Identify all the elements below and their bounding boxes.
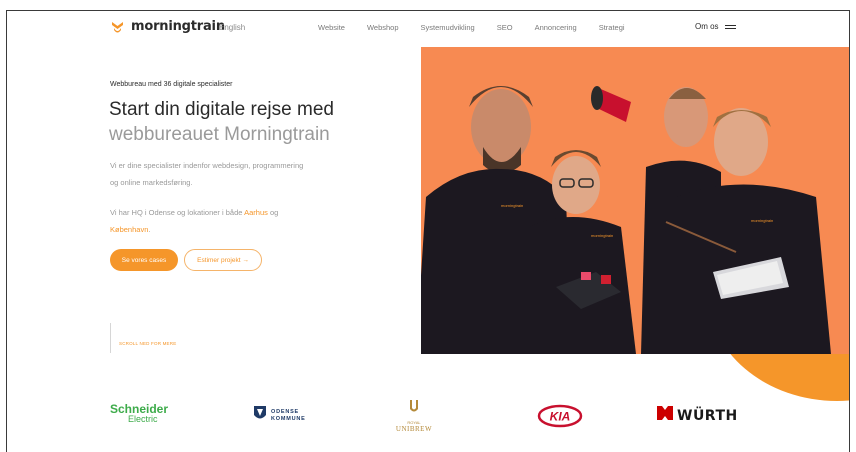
estimate-project-button[interactable]: Estimer projekt → (184, 249, 262, 271)
svg-text:morningtrain: morningtrain (501, 203, 523, 208)
scroll-indicator-line (110, 323, 111, 353)
hero-paragraph-2: Vi har HQ i Odense og lokationer i både … (110, 204, 310, 238)
nav-webshop[interactable]: Webshop (367, 23, 399, 32)
hero-paragraph-1: Vi er dine specialister indenfor webdesi… (110, 161, 304, 187)
logo-kia: KIA (537, 404, 583, 433)
wurth-text: WÜRTH (677, 407, 738, 424)
scroll-hint[interactable]: SCROLL NED FOR MERE (119, 341, 176, 346)
para2-mid: og (267, 208, 279, 217)
nav-seo[interactable]: SEO (497, 23, 513, 32)
hero-team-photo: morningtrain morningtrain morningtrain (421, 47, 849, 354)
nav-annoncering[interactable]: Annoncering (535, 23, 577, 32)
link-kobenhavn[interactable]: København (110, 225, 148, 234)
odense-line1: ODENSE (271, 408, 300, 415)
hero-eyebrow: Webbureau med 36 digitale specialister (110, 81, 233, 88)
nav-website[interactable]: Website (318, 23, 345, 32)
logo-wurth: WÜRTH (657, 406, 738, 425)
site-logo[interactable]: morningtrain (110, 19, 225, 34)
svg-text:morningtrain: morningtrain (751, 218, 773, 223)
nav-systemudvikling[interactable]: Systemudvikling (421, 23, 475, 32)
unibrew-name: UNIBREW (395, 425, 433, 433)
para2-suffix: . (148, 225, 151, 234)
language-selector[interactable]: English (219, 23, 245, 32)
nav-strategi[interactable]: Strategi (599, 23, 625, 32)
logo-schneider-electric: Schneider Electric (110, 403, 168, 424)
hero-title-line2: webbureauet Morningtrain (109, 124, 330, 145)
logo-royal-unibrew: ROYAL UNIBREW (392, 399, 436, 433)
link-aarhus[interactable]: Aarhus (244, 208, 268, 217)
logo-odense-kommune: ODENSE KOMMUNE (253, 404, 306, 427)
odense-line2: KOMMUNE (271, 415, 306, 422)
unibrew-crest-icon (392, 399, 436, 420)
about-menu-button[interactable]: Om os (695, 22, 736, 31)
main-nav: Website Webshop Systemudvikling SEO Anno… (318, 23, 647, 32)
team-illustration: morningtrain morningtrain morningtrain (421, 47, 849, 354)
hero-title-line1: Start din digitale rejse med (109, 99, 334, 120)
hamburger-menu-icon (724, 23, 736, 31)
morningtrain-logo-icon (110, 19, 125, 34)
client-logos: Schneider Electric ODENSE KOMMUNE ROYAL (7, 396, 849, 436)
kia-text: KIA (550, 410, 571, 424)
svg-text:morningtrain: morningtrain (591, 233, 613, 238)
see-cases-button[interactable]: Se vores cases (110, 249, 178, 271)
schneider-sub: Electric (128, 414, 158, 424)
wurth-mark-icon (657, 406, 673, 425)
para2-prefix: Vi har HQ i Odense og lokationer i både (110, 208, 245, 217)
browser-viewport: morningtrain English Website Webshop Sys… (6, 10, 850, 452)
odense-crest-icon (253, 404, 267, 427)
logo-text: morningtrain (131, 19, 225, 34)
about-label: Om os (695, 22, 719, 31)
site-header: morningtrain English Website Webshop Sys… (7, 11, 849, 47)
